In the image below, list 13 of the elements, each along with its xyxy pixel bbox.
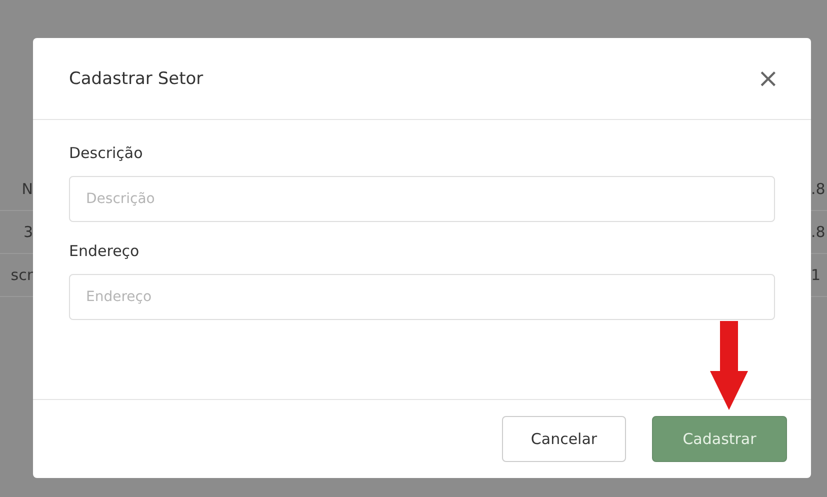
table-cell-text: .8 (811, 180, 826, 198)
table-cell-text: .8 (811, 223, 826, 241)
close-button[interactable]: × (753, 66, 783, 92)
table-cell-text: N (20, 180, 33, 198)
table-cell-text: scr (10, 266, 33, 284)
input-field[interactable]: Endereço (69, 274, 775, 320)
cancel-button[interactable]: Cancelar (502, 416, 626, 462)
field-label: Endereço (69, 242, 140, 260)
table-cell-text: 1 (811, 266, 822, 284)
modal-title: Cadastrar Setor (69, 68, 204, 88)
table-cell-text: 3 (22, 223, 33, 241)
field-label: Descrição (69, 144, 143, 162)
input-field[interactable]: Descrição (69, 176, 775, 222)
